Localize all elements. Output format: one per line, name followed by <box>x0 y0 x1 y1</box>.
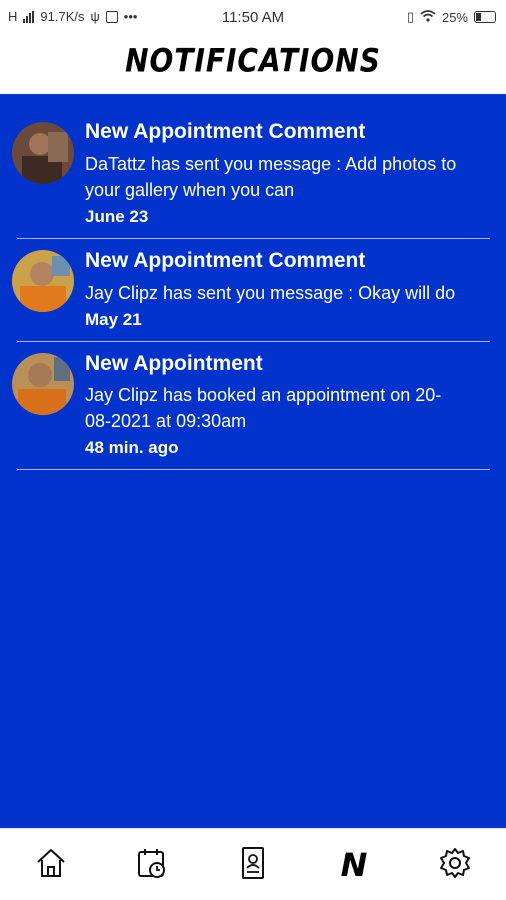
avatar <box>12 353 74 415</box>
divider <box>17 238 490 239</box>
battery-icon <box>474 11 496 23</box>
calendar-clock-icon <box>135 846 169 885</box>
divider <box>17 341 490 342</box>
notification-message: Jay Clipz has sent you message : Okay wi… <box>85 283 456 303</box>
notification-date: June 23 <box>85 207 149 226</box>
nav-settings[interactable] <box>436 846 474 884</box>
notification-title: New Appointment Comment <box>85 249 366 272</box>
notification-item[interactable]: New Appointment Comment Jay Clipz has se… <box>0 240 506 342</box>
vibrate-icon: ▯ <box>406 9 414 24</box>
notification-message: Jay Clipz has booked an appointment on 2… <box>85 385 442 431</box>
id-card-icon <box>236 846 270 885</box>
notification-item[interactable]: New Appointment Jay Clipz has booked an … <box>0 343 506 469</box>
status-bar: H 91.7K/s ψ ••• 11:50 AM ▯ 25% <box>0 0 506 36</box>
page-title: NOTIFICATIONS <box>125 41 381 80</box>
notification-message: DaTattz has sent you message : Add photo… <box>85 154 457 200</box>
avatar <box>12 250 74 312</box>
gear-icon <box>438 846 472 885</box>
notification-title: New Appointment Comment <box>85 120 366 143</box>
bottom-nav: N <box>0 828 506 900</box>
wifi-icon <box>420 9 436 25</box>
notification-date: 48 min. ago <box>85 438 179 457</box>
divider <box>17 469 490 470</box>
nav-appointments[interactable] <box>133 846 171 884</box>
notification-date: May 21 <box>85 310 142 329</box>
nav-profile[interactable] <box>234 846 272 884</box>
notifications-n-icon: N <box>340 846 368 884</box>
avatar <box>12 122 74 184</box>
notification-title: New Appointment <box>85 352 263 375</box>
home-icon <box>34 846 68 885</box>
page-header: NOTIFICATIONS <box>0 36 506 94</box>
nav-home[interactable] <box>32 846 70 884</box>
status-right: ▯ 25% <box>407 9 496 25</box>
nav-notifications[interactable]: N <box>335 846 373 884</box>
notification-list: New Appointment Comment DaTattz has sent… <box>0 94 506 828</box>
notification-item[interactable]: New Appointment Comment DaTattz has sent… <box>0 94 506 240</box>
battery-percent: 25% <box>441 9 468 25</box>
